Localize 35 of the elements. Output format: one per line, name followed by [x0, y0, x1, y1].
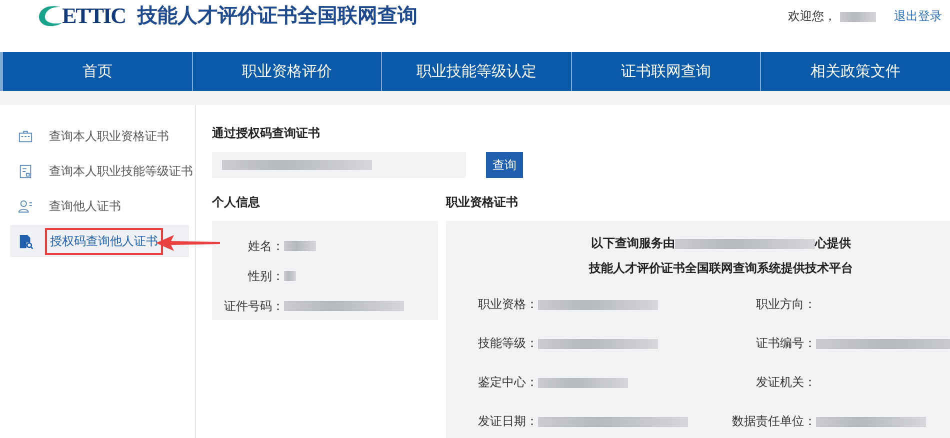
section-title: 个人信息	[212, 194, 261, 211]
user-icon	[18, 198, 33, 214]
briefcase-icon	[18, 128, 33, 144]
section-title: 职业资格证书	[446, 194, 519, 211]
redacted-username	[840, 12, 876, 22]
field-label: 发证机关：	[755, 374, 816, 391]
field-label: 性别：	[246, 268, 284, 284]
provider-text: 心提供	[815, 235, 851, 252]
field-label: 证书编号：	[755, 335, 816, 352]
document-icon	[18, 164, 33, 178]
site-title: 技能人才评价证书全国联网查询	[137, 2, 418, 29]
sidebar-item[interactable]: 查询他人证书	[10, 190, 189, 222]
logo-text: ETTIC	[62, 2, 126, 28]
query-button[interactable]: 查询	[486, 152, 523, 178]
auth-code-field[interactable]	[212, 152, 466, 178]
field-label: 鉴定中心：	[478, 374, 538, 391]
field-label: 职业资格：	[478, 296, 538, 313]
field-label: 发证日期：	[478, 413, 538, 430]
field-label: 数据责任单位：	[731, 413, 816, 430]
redacted-value	[284, 271, 296, 281]
logout-link[interactable]: 退出登录	[894, 8, 942, 25]
welcome-text: 欢迎您，	[788, 8, 836, 25]
field-label: 证件号码：	[223, 298, 284, 314]
provider-text: 以下查询服务由	[591, 235, 675, 252]
document-search-icon	[18, 234, 33, 248]
annotation-arrow	[156, 234, 220, 252]
redacted-value	[284, 241, 316, 251]
field-label: 技能等级：	[478, 335, 538, 352]
nav-tab[interactable]: 相关政策文件	[761, 52, 950, 91]
section-title: 通过授权码查询证书	[212, 125, 321, 142]
sidebar-item[interactable]: 授权码查询他人证书	[10, 225, 189, 257]
sidebar-item[interactable]: 查询本人职业资格证书	[10, 120, 189, 152]
platform-text: 技能人才评价证书全国联网查询系统提供技术平台	[588, 260, 854, 277]
field-label: 职业方向：	[755, 296, 816, 313]
field-label: 姓名：	[247, 238, 284, 254]
